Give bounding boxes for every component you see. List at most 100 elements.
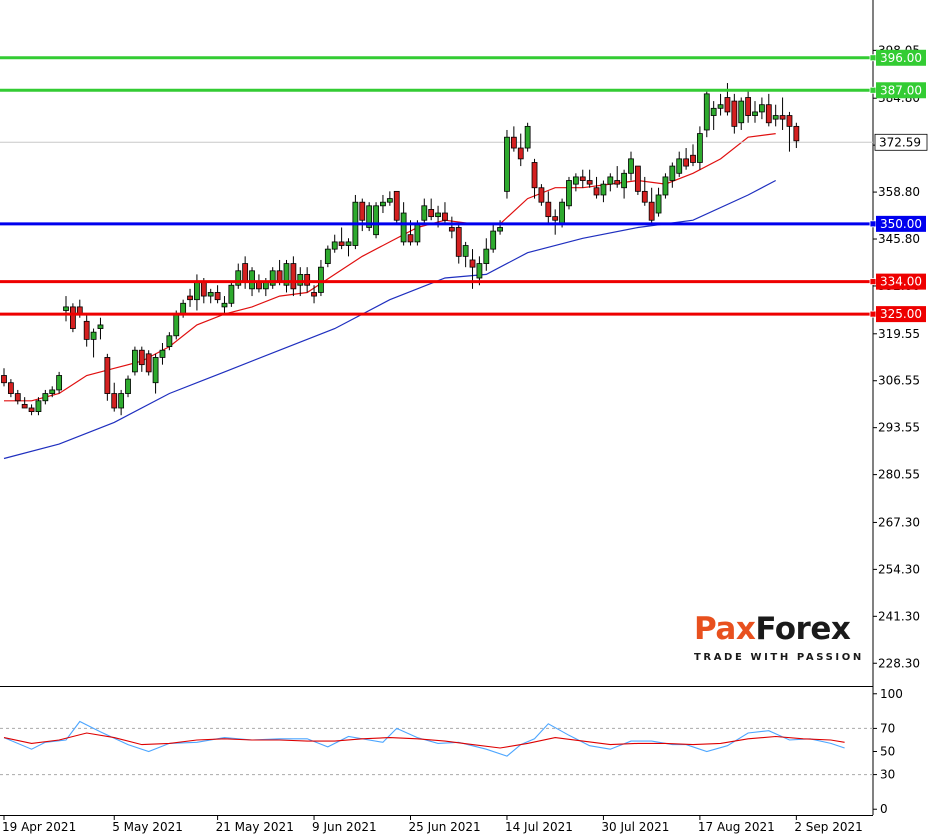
candle-body bbox=[566, 180, 572, 207]
price-tick-label: 306.55 bbox=[878, 374, 920, 388]
candle-body bbox=[524, 125, 531, 149]
candle-body bbox=[63, 306, 69, 311]
time-tick-label: 5 May 2021 bbox=[112, 820, 183, 834]
candle-body bbox=[731, 100, 738, 127]
level-marker bbox=[869, 86, 877, 94]
candle-body bbox=[145, 353, 152, 373]
paxforex-logo: PaxForex TRADE WITH PASSION bbox=[694, 611, 861, 674]
price-tick-label: 358.80 bbox=[878, 185, 920, 199]
time-tick-label: 2 Sep 2021 bbox=[794, 820, 862, 834]
candle-body bbox=[242, 263, 249, 283]
candle-body bbox=[373, 205, 379, 236]
candle-body bbox=[752, 111, 758, 116]
candle-body bbox=[118, 393, 125, 409]
candle-body bbox=[152, 357, 159, 384]
level-label: 387.00 bbox=[880, 83, 922, 97]
price-tick-label: 345.80 bbox=[878, 232, 920, 246]
candle-body bbox=[318, 266, 324, 293]
candle-body bbox=[435, 212, 441, 218]
time-tick-label: 14 Jul 2021 bbox=[505, 820, 573, 834]
price-tick-label: 280.55 bbox=[878, 468, 920, 482]
level-label: 334.00 bbox=[880, 275, 922, 289]
candle-body bbox=[276, 270, 283, 283]
candle-body bbox=[634, 165, 641, 192]
time-tick-label: 19 Apr 2021 bbox=[2, 820, 76, 834]
candle-body bbox=[386, 198, 393, 203]
level-label: 325.00 bbox=[880, 307, 922, 321]
candle-body bbox=[745, 97, 752, 116]
candle-body bbox=[614, 180, 621, 185]
candle-body bbox=[83, 320, 90, 340]
candle-body bbox=[90, 331, 97, 340]
candle-body bbox=[717, 104, 724, 109]
candle-body bbox=[593, 187, 600, 196]
candle-body bbox=[572, 176, 579, 185]
candle-body bbox=[738, 100, 745, 124]
candle-body bbox=[724, 97, 731, 113]
osc-tick-label: 30 bbox=[880, 768, 895, 782]
candle-body bbox=[559, 201, 565, 225]
candle-body bbox=[690, 154, 696, 163]
candle-body bbox=[345, 241, 352, 246]
candle-body bbox=[28, 407, 35, 412]
candle-body bbox=[70, 306, 76, 329]
time-tick-label: 9 Jun 2021 bbox=[312, 820, 377, 834]
current-price-label: 372.59 bbox=[879, 135, 921, 149]
candle-body bbox=[421, 205, 428, 221]
candle-body bbox=[194, 281, 200, 301]
candle-body bbox=[249, 270, 255, 290]
candle-body bbox=[442, 212, 448, 221]
candle-body bbox=[586, 180, 593, 185]
candle-body bbox=[648, 201, 655, 221]
candle-body bbox=[56, 375, 63, 391]
candle-body bbox=[428, 209, 435, 218]
time-tick-label: 21 May 2021 bbox=[216, 820, 294, 834]
candle-body bbox=[1, 375, 7, 384]
candle-body bbox=[600, 183, 607, 196]
price-tick-label: 228.30 bbox=[878, 656, 920, 670]
candle-body bbox=[469, 259, 476, 268]
logo-text-part1: Pa bbox=[694, 611, 736, 647]
candle-body bbox=[462, 245, 469, 257]
candle-body bbox=[545, 201, 552, 218]
candle-body bbox=[786, 115, 793, 127]
candle-body bbox=[510, 136, 517, 149]
osc-tick-label: 0 bbox=[880, 802, 888, 816]
logo-mark: x bbox=[735, 611, 756, 647]
osc-tick-label: 100 bbox=[880, 687, 903, 701]
candle-body bbox=[207, 292, 214, 297]
candle-body bbox=[669, 165, 676, 181]
logo-text-part2: Forex bbox=[755, 611, 851, 647]
candle-body bbox=[214, 292, 221, 301]
candle-body bbox=[166, 335, 173, 348]
candle-body bbox=[311, 292, 317, 297]
candle-body bbox=[517, 147, 524, 160]
candle-body bbox=[552, 216, 559, 221]
candle-body bbox=[538, 187, 545, 203]
candle-body bbox=[579, 176, 586, 181]
candle-body bbox=[159, 349, 166, 358]
candle-body bbox=[297, 273, 304, 286]
candle-body bbox=[111, 393, 118, 409]
candle-body bbox=[504, 136, 510, 192]
candle-body bbox=[228, 284, 235, 304]
candle-body bbox=[710, 107, 717, 116]
osc-tick-label: 70 bbox=[880, 721, 895, 735]
candle-body bbox=[696, 133, 703, 163]
candle-body bbox=[125, 378, 131, 394]
time-tick-label: 25 Jun 2021 bbox=[409, 820, 481, 834]
level-label: 396.00 bbox=[880, 51, 922, 65]
candle-body bbox=[7, 382, 14, 394]
level-label: 350.00 bbox=[880, 217, 922, 231]
candle-body bbox=[97, 324, 104, 329]
candle-body bbox=[628, 158, 634, 174]
candle-body bbox=[621, 172, 627, 189]
candle-body bbox=[338, 241, 345, 246]
candle-body bbox=[380, 201, 386, 207]
candle-body bbox=[138, 349, 145, 366]
candle-body bbox=[448, 227, 455, 232]
candle-body bbox=[400, 212, 407, 243]
price-tick-label: 319.55 bbox=[878, 327, 920, 341]
price-tick-label: 267.30 bbox=[878, 515, 920, 529]
candle-body bbox=[393, 190, 400, 221]
